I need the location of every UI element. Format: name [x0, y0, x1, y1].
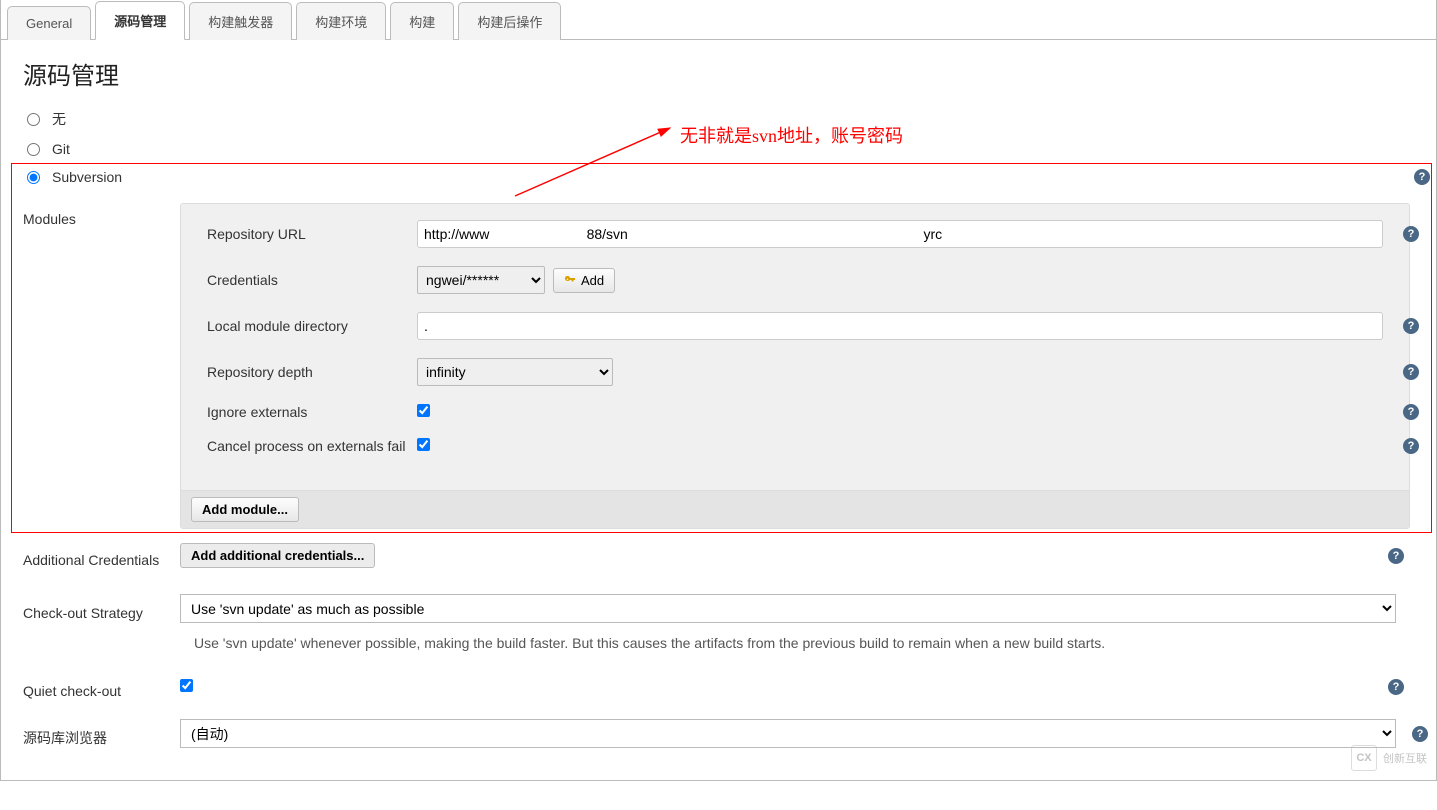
key-icon: [564, 274, 576, 286]
ignore-externals-checkbox[interactable]: [417, 404, 430, 417]
add-additional-credentials-button[interactable]: Add additional credentials...: [180, 543, 375, 568]
quiet-checkout-label: Quiet check-out: [23, 675, 180, 699]
radio-git[interactable]: [27, 143, 40, 156]
watermark-logo-icon: CX: [1351, 745, 1377, 771]
local-dir-input[interactable]: [417, 312, 1383, 340]
repo-browser-select[interactable]: (自动): [180, 719, 1396, 748]
tab-env[interactable]: 构建环境: [296, 2, 386, 40]
tab-build[interactable]: 构建: [390, 2, 454, 40]
additional-credentials-label: Additional Credentials: [23, 544, 180, 568]
tab-general[interactable]: General: [7, 6, 91, 40]
repo-depth-select[interactable]: infinity: [417, 358, 613, 386]
help-icon[interactable]: ?: [1388, 679, 1404, 695]
radio-git-label: Git: [52, 141, 70, 157]
checkout-strategy-select[interactable]: Use 'svn update' as much as possible: [180, 594, 1396, 623]
help-icon[interactable]: ?: [1414, 169, 1430, 185]
config-tabs: General 源码管理 构建触发器 构建环境 构建 构建后操作: [1, 0, 1436, 40]
radio-none[interactable]: [27, 113, 40, 126]
tab-triggers[interactable]: 构建触发器: [189, 2, 292, 40]
credentials-select[interactable]: ngwei/******: [417, 266, 545, 294]
help-icon[interactable]: ?: [1403, 364, 1419, 380]
repo-browser-label: 源码库浏览器: [23, 720, 180, 748]
checkout-strategy-label: Check-out Strategy: [23, 597, 180, 621]
watermark-text: 创新互联: [1383, 750, 1427, 766]
module-box: Repository URL ? Credentials ngwei/*****…: [180, 203, 1410, 529]
help-icon[interactable]: ?: [1403, 404, 1419, 420]
add-credentials-button[interactable]: Add: [553, 268, 615, 293]
radio-subversion[interactable]: [27, 171, 40, 184]
ignore-externals-label: Ignore externals: [207, 404, 417, 420]
repo-depth-label: Repository depth: [207, 364, 417, 380]
radio-none-label: 无: [52, 109, 66, 129]
add-module-button[interactable]: Add module...: [191, 497, 299, 522]
radio-subversion-label: Subversion: [52, 169, 122, 185]
help-icon[interactable]: ?: [1403, 438, 1419, 454]
local-dir-label: Local module directory: [207, 318, 417, 334]
watermark: CX 创新互联: [1351, 745, 1427, 771]
cancel-on-fail-checkbox[interactable]: [417, 438, 430, 451]
checkout-strategy-hint: Use 'svn update' whenever possible, maki…: [180, 635, 1410, 651]
credentials-label: Credentials: [207, 272, 417, 288]
help-icon[interactable]: ?: [1412, 726, 1428, 742]
cancel-on-fail-label: Cancel process on externals fail: [207, 438, 417, 454]
annotation-text: 无非就是svn地址，账号密码: [680, 122, 903, 148]
modules-label: Modules: [23, 203, 180, 529]
help-icon[interactable]: ?: [1403, 318, 1419, 334]
section-title: 源码管理: [1, 40, 1436, 103]
quiet-checkout-checkbox[interactable]: [180, 679, 193, 692]
tab-scm[interactable]: 源码管理: [95, 1, 185, 40]
repo-url-label: Repository URL: [207, 226, 417, 242]
help-icon[interactable]: ?: [1388, 548, 1404, 564]
help-icon[interactable]: ?: [1403, 226, 1419, 242]
repo-url-input[interactable]: [417, 220, 1383, 248]
add-credentials-label: Add: [581, 273, 604, 288]
tab-post[interactable]: 构建后操作: [458, 2, 561, 40]
